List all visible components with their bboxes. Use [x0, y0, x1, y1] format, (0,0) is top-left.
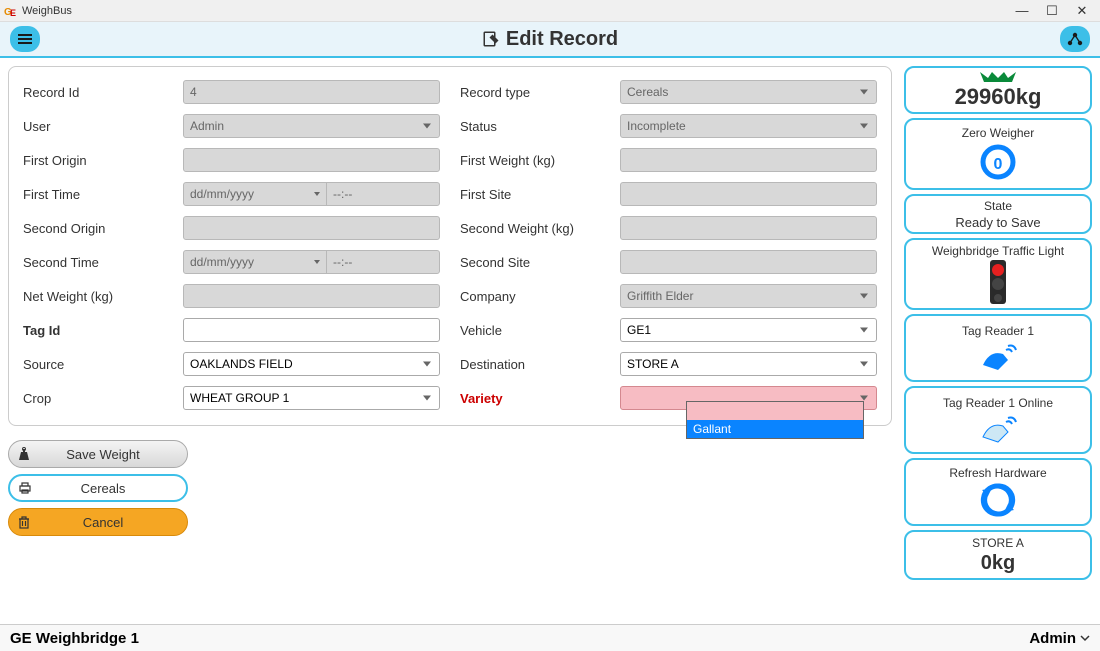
window-title: WeighBus — [22, 5, 72, 17]
label-second-weight: Second Weight (kg) — [460, 221, 620, 236]
field-first-origin — [183, 148, 440, 172]
save-weight-label: Save Weight — [39, 447, 187, 462]
weight-icon — [9, 447, 39, 461]
crown-icon — [978, 70, 1018, 84]
menu-button[interactable] — [10, 26, 40, 52]
label-destination: Destination — [460, 357, 620, 372]
refresh-icon — [980, 482, 1016, 518]
label-record-id: Record Id — [23, 85, 183, 100]
store-name: STORE A — [972, 536, 1024, 550]
zero-weigher-label: Zero Weigher — [962, 126, 1034, 140]
field-second-weight — [620, 216, 877, 240]
field-record-id: 4 — [183, 80, 440, 104]
field-crop[interactable]: WHEAT GROUP 1 — [183, 386, 440, 410]
window-close-button[interactable]: ✕ — [1076, 5, 1088, 17]
store-weight: 0kg — [981, 552, 1015, 575]
tag-reader-online-icon — [978, 412, 1018, 444]
field-second-time: dd/mm/yyyy--:-- — [183, 250, 440, 274]
form-right-column: Record typeCereals StatusIncomplete Firs… — [460, 79, 877, 411]
tile-traffic-light[interactable]: Weighbridge Traffic Light — [904, 238, 1092, 310]
field-net-weight — [183, 284, 440, 308]
refresh-label: Refresh Hardware — [949, 466, 1046, 480]
app-header: Edit Record — [0, 22, 1100, 58]
network-icon — [1067, 32, 1083, 46]
network-button[interactable] — [1060, 26, 1090, 52]
cereals-button[interactable]: Cereals — [8, 474, 188, 502]
tile-store[interactable]: STORE A 0kg — [904, 530, 1092, 580]
variety-option-gallant[interactable]: Gallant — [687, 420, 863, 438]
label-first-origin: First Origin — [23, 153, 183, 168]
save-weight-button[interactable]: Save Weight — [8, 440, 188, 468]
cereals-label: Cereals — [40, 481, 186, 496]
state-value: Ready to Save — [955, 215, 1040, 230]
tile-tag-reader-online[interactable]: Tag Reader 1 Online — [904, 386, 1092, 454]
svg-text:0: 0 — [994, 156, 1003, 173]
field-company: Griffith Elder — [620, 284, 877, 308]
trash-icon — [9, 515, 39, 529]
tile-state[interactable]: State Ready to Save — [904, 194, 1092, 234]
label-variety: Variety — [460, 391, 620, 406]
field-first-weight — [620, 148, 877, 172]
tag1online-label: Tag Reader 1 Online — [943, 396, 1053, 410]
tag1-label: Tag Reader 1 — [962, 324, 1034, 338]
form-card: Record Id4 UserAdmin First Origin First … — [8, 66, 892, 426]
label-record-type: Record type — [460, 85, 620, 100]
window-maximize-button[interactable]: ☐ — [1046, 5, 1058, 17]
label-tag-id: Tag Id — [23, 323, 183, 338]
label-user: User — [23, 119, 183, 134]
field-second-site — [620, 250, 877, 274]
label-first-site: First Site — [460, 187, 620, 202]
label-second-origin: Second Origin — [23, 221, 183, 236]
field-status: Incomplete — [620, 114, 877, 138]
label-second-time: Second Time — [23, 255, 183, 270]
traffic-light-icon — [986, 260, 1010, 304]
field-first-site — [620, 182, 877, 206]
status-bar: GE Weighbridge 1 Admin — [0, 624, 1100, 651]
variety-option-blank[interactable] — [687, 402, 863, 420]
weight-value: 29960kg — [955, 84, 1042, 110]
tag-reader-icon — [978, 340, 1018, 372]
label-crop: Crop — [23, 391, 183, 406]
field-tag-id[interactable] — [183, 318, 440, 342]
sidebar: 29960kg Zero Weigher 0 State Ready to Sa… — [900, 58, 1100, 624]
label-first-weight: First Weight (kg) — [460, 153, 620, 168]
field-first-time: dd/mm/yyyy--:-- — [183, 182, 440, 206]
label-company: Company — [460, 289, 620, 304]
traffic-label: Weighbridge Traffic Light — [932, 244, 1064, 258]
footer-user: Admin — [1029, 630, 1076, 647]
cancel-button[interactable]: Cancel — [8, 508, 188, 536]
tile-weight[interactable]: 29960kg — [904, 66, 1092, 114]
page-title: Edit Record — [0, 28, 1100, 51]
field-destination[interactable]: STORE A — [620, 352, 877, 376]
label-source: Source — [23, 357, 183, 372]
tile-refresh-hardware[interactable]: Refresh Hardware — [904, 458, 1092, 526]
chevron-down-icon[interactable] — [1080, 634, 1090, 642]
state-title: State — [984, 199, 1012, 213]
field-record-type: Cereals — [620, 80, 877, 104]
label-net-weight: Net Weight (kg) — [23, 289, 183, 304]
hamburger-icon — [18, 34, 32, 44]
app-logo-icon: GE — [4, 4, 18, 18]
tile-zero-weigher[interactable]: Zero Weigher 0 — [904, 118, 1092, 190]
svg-text:E: E — [10, 8, 16, 18]
form-left-column: Record Id4 UserAdmin First Origin First … — [23, 79, 440, 411]
window-minimize-button[interactable]: — — [1016, 5, 1028, 17]
field-second-origin — [183, 216, 440, 240]
footer-left: GE Weighbridge 1 — [10, 630, 139, 647]
label-vehicle: Vehicle — [460, 323, 620, 338]
edit-icon — [482, 30, 500, 48]
field-user: Admin — [183, 114, 440, 138]
tile-tag-reader-1[interactable]: Tag Reader 1 — [904, 314, 1092, 382]
print-icon — [10, 481, 40, 495]
window-title-bar: GE WeighBus — ☐ ✕ — [0, 0, 1100, 22]
variety-dropdown[interactable]: Gallant — [686, 401, 864, 439]
label-second-site: Second Site — [460, 255, 620, 270]
label-status: Status — [460, 119, 620, 134]
label-first-time: First Time — [23, 187, 183, 202]
cancel-label: Cancel — [39, 515, 187, 530]
field-vehicle[interactable]: GE1 — [620, 318, 877, 342]
zero-icon: 0 — [978, 142, 1018, 182]
field-source[interactable]: OAKLANDS FIELD — [183, 352, 440, 376]
